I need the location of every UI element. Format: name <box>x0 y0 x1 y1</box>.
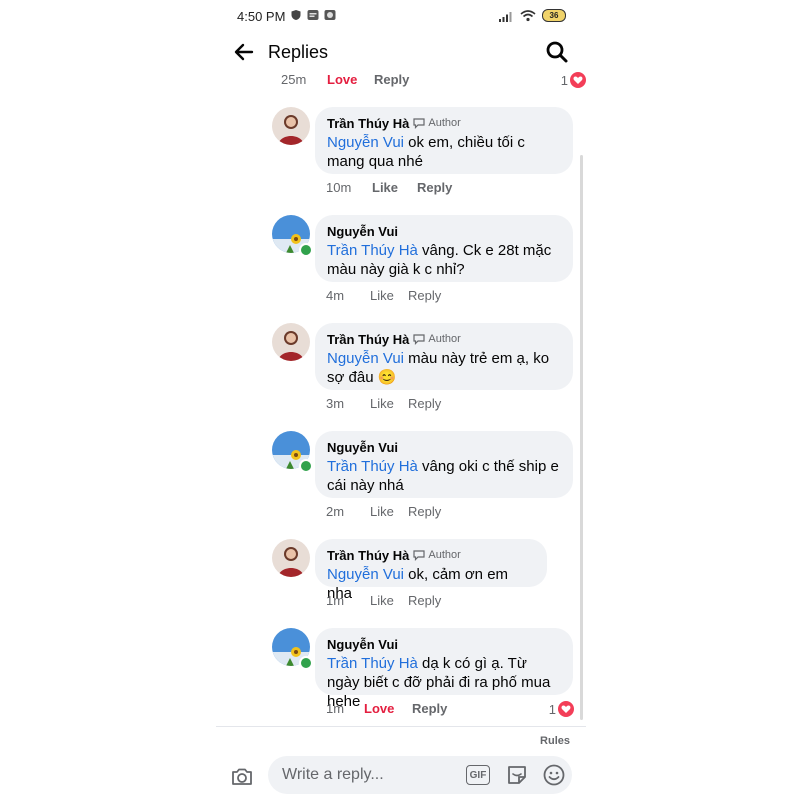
like-button[interactable]: Like <box>372 180 398 195</box>
reply-button[interactable]: Reply <box>412 701 447 716</box>
search-icon[interactable] <box>544 39 570 65</box>
reply-button[interactable]: Reply <box>408 593 441 608</box>
shield-icon <box>291 10 301 20</box>
avatar[interactable] <box>272 323 310 361</box>
comment-time: 1m <box>326 701 345 716</box>
reply-button[interactable]: Reply <box>408 396 441 411</box>
comment-bubble: Trần Thúy Hà Author Nguyễn Vui ok em, ch… <box>315 107 573 174</box>
comment-bubble: Nguyễn Vui Trần Thúy Hà dạ k có gì ạ. Từ… <box>315 628 573 710</box>
divider <box>216 726 586 727</box>
status-time: 4:50 PM <box>237 9 286 24</box>
mention-link[interactable]: Nguyễn Vui <box>327 566 404 583</box>
header: Replies <box>216 32 586 72</box>
comment-time: 1m <box>326 593 345 608</box>
comment-author[interactable]: Nguyễn Vui <box>327 440 398 455</box>
page-title: Replies <box>268 42 329 62</box>
comment-actions: 2m Like Reply <box>326 504 576 522</box>
comment-time: 10m <box>326 180 352 195</box>
comment-time: 4m <box>326 288 345 303</box>
reaction-count-number: 1 <box>560 72 568 88</box>
mention-link[interactable]: Trần Thúy Hà <box>327 458 418 475</box>
app-notification-icon <box>307 10 319 20</box>
phone-screen: 4:50 PM 36 Replies 25m Love Reply 1 Trần… <box>216 0 586 800</box>
author-badge: Author <box>413 549 461 561</box>
comment-actions: 3m Like Reply <box>326 396 576 414</box>
comment-actions: 1m Love Reply 1 <box>326 701 574 719</box>
messenger-notification-icon <box>324 10 336 20</box>
love-reaction-button[interactable]: Love <box>364 701 394 716</box>
online-status-indicator <box>299 459 313 473</box>
wifi-icon <box>520 9 536 21</box>
author-badge: Author <box>413 333 461 345</box>
comment-text: Nguyễn Vui màu này trẻ em ạ, ko sợ đâu 😊 <box>327 349 561 387</box>
reaction-count-number: 1 <box>548 701 556 717</box>
mention-link[interactable]: Trần Thúy Hà <box>327 242 418 259</box>
parent-comment-time: 25m <box>281 72 307 87</box>
mention-link[interactable]: Nguyễn Vui <box>327 134 404 151</box>
reply-button[interactable]: Reply <box>408 504 441 519</box>
reaction-count[interactable]: 1 <box>549 701 574 717</box>
author-badge-label: Author <box>428 117 461 129</box>
reaction-count[interactable]: 1 <box>561 72 586 88</box>
love-reaction-button[interactable]: Love <box>327 72 357 87</box>
avatar[interactable] <box>272 539 310 577</box>
sticker-icon[interactable] <box>505 763 529 787</box>
mention-link[interactable]: Nguyễn Vui <box>327 350 404 367</box>
battery-icon: 36 <box>542 9 566 22</box>
comment-bubble: Nguyễn Vui Trần Thúy Hà vâng. Ck e 28t m… <box>315 215 573 282</box>
gif-icon[interactable]: GIF <box>466 765 490 785</box>
comment-text: Trần Thúy Hà vâng oki c thế ship e cái n… <box>327 457 561 495</box>
author-badge-label: Author <box>428 333 461 345</box>
comment-author[interactable]: Nguyễn Vui <box>327 637 398 652</box>
comment-text: Trần Thúy Hà vâng. Ck e 28t mặc màu này … <box>327 241 561 279</box>
reply-button[interactable]: Reply <box>374 72 409 87</box>
speech-bubble-icon <box>413 549 425 561</box>
like-button[interactable]: Like <box>370 504 394 519</box>
heart-icon <box>570 72 586 88</box>
comment-author[interactable]: Trần Thúy Hà <box>327 332 409 347</box>
comment-author[interactable]: Nguyễn Vui <box>327 224 398 239</box>
like-button[interactable]: Like <box>370 593 394 608</box>
like-button[interactable]: Like <box>370 288 394 303</box>
camera-icon[interactable] <box>230 765 254 789</box>
emoji-icon[interactable] <box>542 763 566 787</box>
comment-actions: 4m Like Reply <box>326 288 576 306</box>
back-arrow-icon[interactable] <box>232 40 256 64</box>
speech-bubble-icon <box>413 117 425 129</box>
reply-button[interactable]: Reply <box>408 288 441 303</box>
reply-button[interactable]: Reply <box>417 180 452 195</box>
avatar[interactable] <box>272 107 310 145</box>
parent-comment-actions: 25m Love Reply 1 <box>281 72 586 90</box>
comment-bubble: Nguyễn Vui Trần Thúy Hà vâng oki c thế s… <box>315 431 573 498</box>
scrollbar[interactable] <box>580 155 583 720</box>
status-bar: 4:50 PM 36 <box>216 0 586 32</box>
comment-actions: 10m Like Reply <box>326 180 576 198</box>
author-badge: Author <box>413 117 461 129</box>
author-badge-label: Author <box>428 549 461 561</box>
comment-text: Nguyễn Vui ok em, chiều tối c mang qua n… <box>327 133 561 171</box>
online-status-indicator <box>299 243 313 257</box>
comment-time: 3m <box>326 396 345 411</box>
comment-author[interactable]: Trần Thúy Hà <box>327 116 409 131</box>
comment-time: 2m <box>326 504 345 519</box>
comment-bubble: Trần Thúy Hà Author Nguyễn Vui màu này t… <box>315 323 573 390</box>
like-button[interactable]: Like <box>370 396 394 411</box>
comment-bubble: Trần Thúy Hà Author Nguyễn Vui ok, cảm ơ… <box>315 539 547 602</box>
online-status-indicator <box>299 656 313 670</box>
comment-actions: 1m Like Reply <box>326 593 576 611</box>
mention-link[interactable]: Trần Thúy Hà <box>327 655 418 672</box>
comment-author[interactable]: Trần Thúy Hà <box>327 548 409 563</box>
signal-icon <box>499 11 512 22</box>
speech-bubble-icon <box>413 333 425 345</box>
rules-link[interactable]: Rules <box>540 735 570 747</box>
heart-icon <box>558 701 574 717</box>
